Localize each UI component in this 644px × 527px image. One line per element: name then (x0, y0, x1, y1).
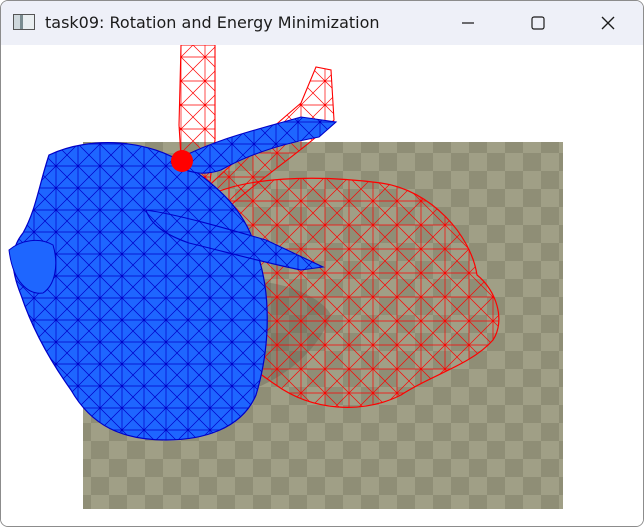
window-title: task09: Rotation and Energy Minimization (45, 13, 380, 32)
title-bar[interactable]: task09: Rotation and Energy Minimization (1, 1, 643, 45)
deformed-mesh-paw (8, 239, 57, 294)
maximize-icon (531, 16, 545, 30)
close-button[interactable] (573, 1, 643, 45)
maximize-button[interactable] (503, 1, 573, 45)
application-window: task09: Rotation and Energy Minimization (0, 0, 644, 527)
close-icon (601, 16, 615, 30)
minimize-button[interactable] (433, 1, 503, 45)
application-window-icon (13, 14, 35, 30)
opengl-viewport[interactable] (1, 44, 643, 526)
3d-scene[interactable] (1, 44, 643, 526)
drag-handle-point[interactable] (171, 150, 193, 172)
minimize-icon (462, 22, 474, 24)
